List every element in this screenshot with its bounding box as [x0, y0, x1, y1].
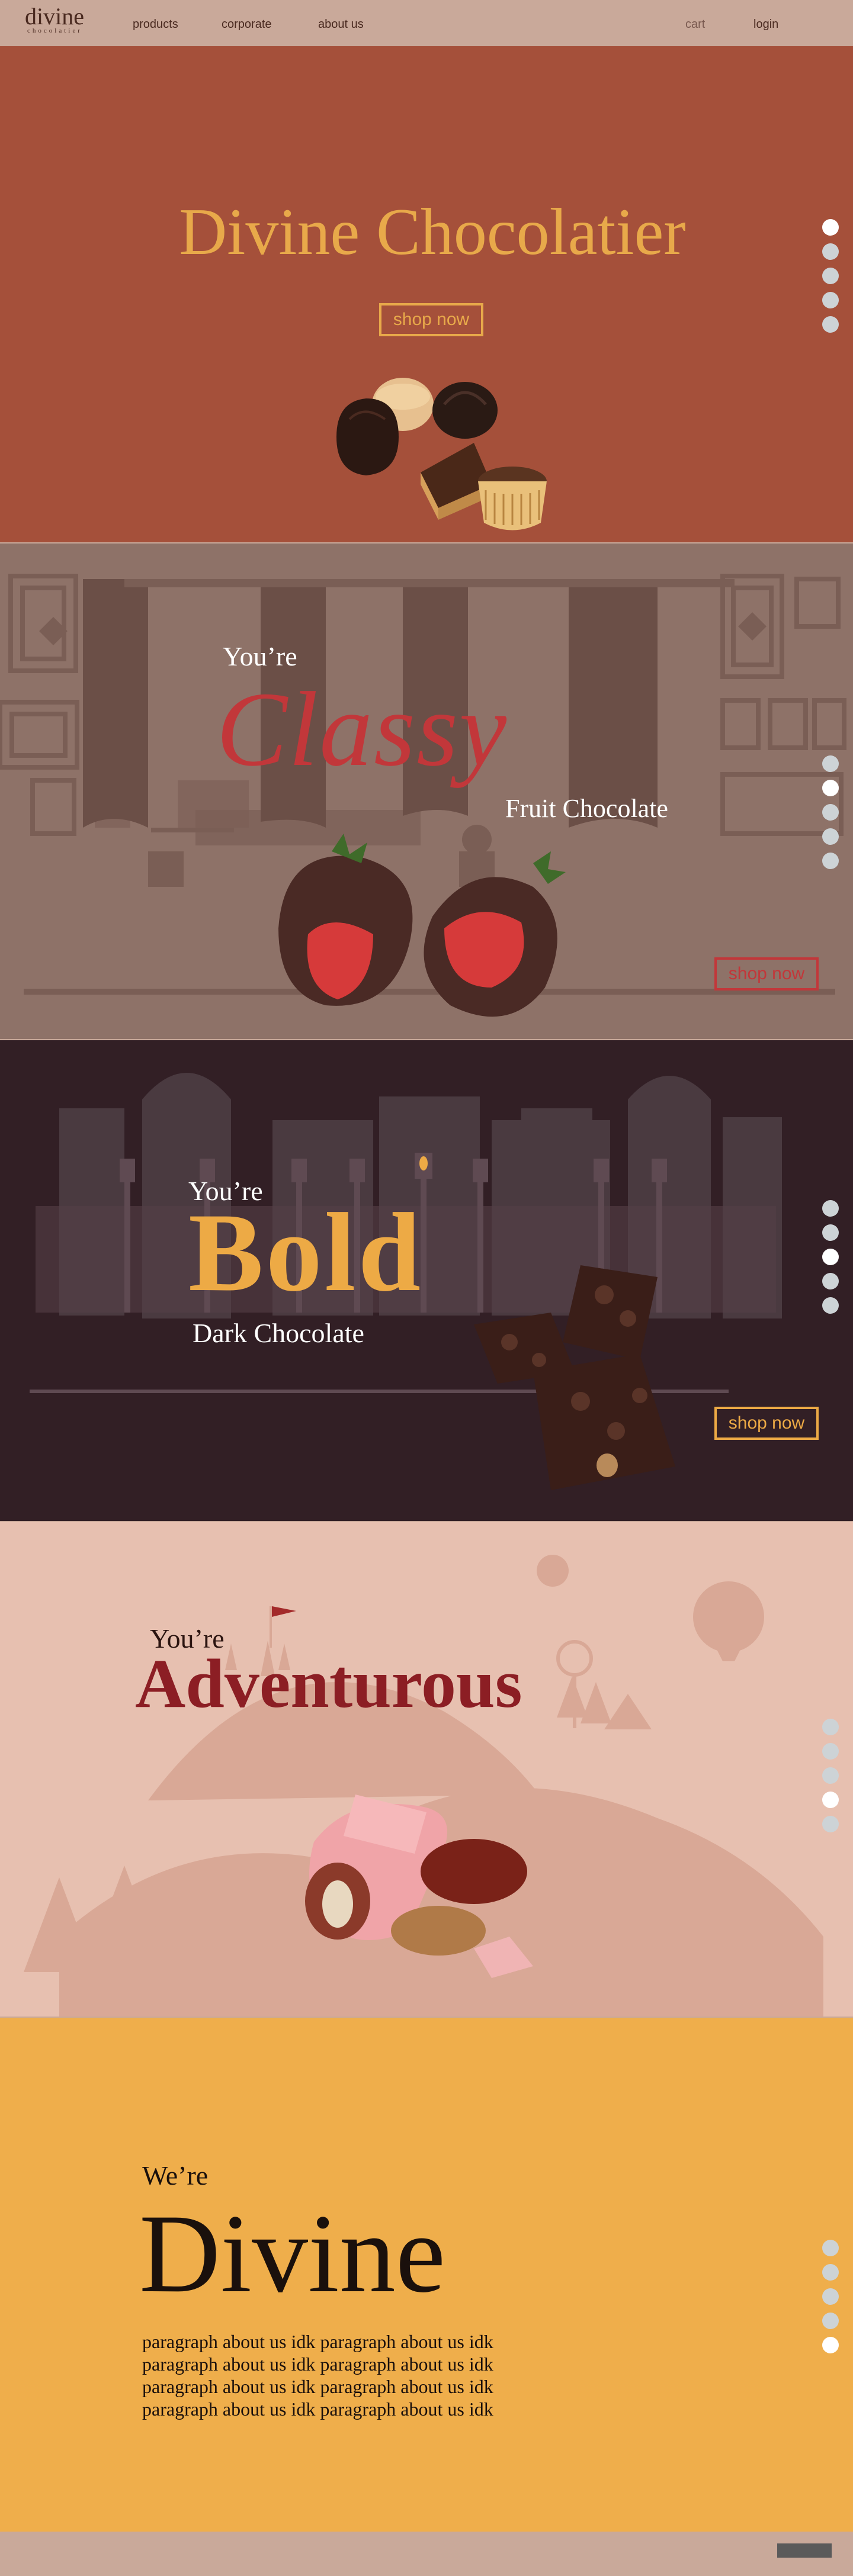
bold-subtitle: Dark Chocolate [193, 1318, 364, 1348]
bold-section: You’re Bold Dark Chocolate shop now [0, 1040, 853, 1521]
carousel-dot-5[interactable] [822, 2337, 839, 2353]
logo-subtext: chocolatier [27, 27, 82, 34]
top-nav: divine chocolatier products corporate ab… [0, 0, 853, 46]
carousel-dot-2[interactable] [822, 1224, 839, 1241]
carousel-dot-5[interactable] [822, 1297, 839, 1314]
logo-text: divine [25, 3, 84, 30]
classy-word: Classy [216, 670, 508, 788]
carousel-dot-1[interactable] [822, 219, 839, 236]
adventurous-section: You’re Adventurous [0, 1522, 853, 2017]
carousel-dot-3[interactable] [822, 2288, 839, 2305]
footer [0, 2532, 853, 2576]
chocolate-strawberries-image [278, 834, 566, 1017]
carousel-dot-4[interactable] [822, 1273, 839, 1289]
about-paragraph-line: paragraph about us idk paragraph about u… [142, 2331, 493, 2352]
classy-carousel-dots [822, 755, 839, 877]
carousel-dot-4[interactable] [822, 2313, 839, 2329]
pink-chocolate-dates-almond-image [305, 1794, 533, 1978]
carousel-dot-2[interactable] [822, 243, 839, 260]
chocolate-assortment-image [336, 378, 547, 530]
divine-carousel-dots [822, 2240, 839, 2361]
carousel-dot-3[interactable] [822, 268, 839, 284]
carousel-dot-4[interactable] [822, 828, 839, 845]
carousel-dot-5[interactable] [822, 1816, 839, 1832]
divine-word: Divine [139, 2192, 446, 2316]
hero-shop-now-button[interactable]: shop now [379, 303, 483, 336]
carousel-dot-2[interactable] [822, 780, 839, 796]
logo[interactable]: divine chocolatier [25, 3, 84, 35]
carousel-dot-2[interactable] [822, 2264, 839, 2281]
adventurous-carousel-dots [822, 1719, 839, 1840]
bold-shop-now-button[interactable]: shop now [714, 1407, 819, 1440]
carousel-dot-4[interactable] [822, 1792, 839, 1808]
nav-link-corporate[interactable]: corporate [222, 18, 272, 31]
about-paragraph: paragraph about us idk paragraph about u… [142, 2330, 493, 2420]
classy-shop-now-button[interactable]: shop now [714, 957, 819, 990]
carousel-dot-3[interactable] [822, 1767, 839, 1784]
about-paragraph-line: paragraph about us idk paragraph about u… [142, 2376, 493, 2397]
divine-about-section: We’re Divine paragraph about us idk para… [0, 2018, 853, 2532]
carousel-dot-1[interactable] [822, 1719, 839, 1735]
carousel-dot-1[interactable] [822, 2240, 839, 2256]
bold-word: Bold [188, 1191, 424, 1315]
nav-link-cart[interactable]: cart [685, 18, 705, 31]
divine-were: We’re [142, 2160, 209, 2191]
hero-carousel-dots [822, 219, 839, 340]
hero-title: Divine Chocolatier [179, 195, 686, 269]
carousel-dot-5[interactable] [822, 853, 839, 869]
about-paragraph-line: paragraph about us idk paragraph about u… [142, 2353, 493, 2375]
carousel-dot-3[interactable] [822, 1249, 839, 1265]
footer-bar-element[interactable] [777, 2543, 832, 2558]
hero-section: Divine Chocolatier shop now [0, 46, 853, 542]
carousel-dot-5[interactable] [822, 316, 839, 333]
nav-link-products[interactable]: products [133, 18, 178, 31]
adventurous-word: Adventurous [135, 1645, 522, 1722]
nav-link-login[interactable]: login [753, 18, 778, 31]
carousel-dot-4[interactable] [822, 292, 839, 308]
dark-chocolate-hazelnut-image [474, 1265, 675, 1490]
carousel-dot-1[interactable] [822, 1200, 839, 1217]
classy-subtitle: Fruit Chocolate [505, 794, 668, 823]
bold-carousel-dots [822, 1200, 839, 1321]
carousel-dot-2[interactable] [822, 1743, 839, 1760]
classy-section: You’re Classy Fruit Chocolate shop now [0, 543, 853, 1039]
carousel-dot-1[interactable] [822, 755, 839, 772]
carousel-dot-3[interactable] [822, 804, 839, 821]
nav-link-about-us[interactable]: about us [318, 18, 364, 31]
about-paragraph-line: paragraph about us idk paragraph about u… [142, 2398, 493, 2420]
